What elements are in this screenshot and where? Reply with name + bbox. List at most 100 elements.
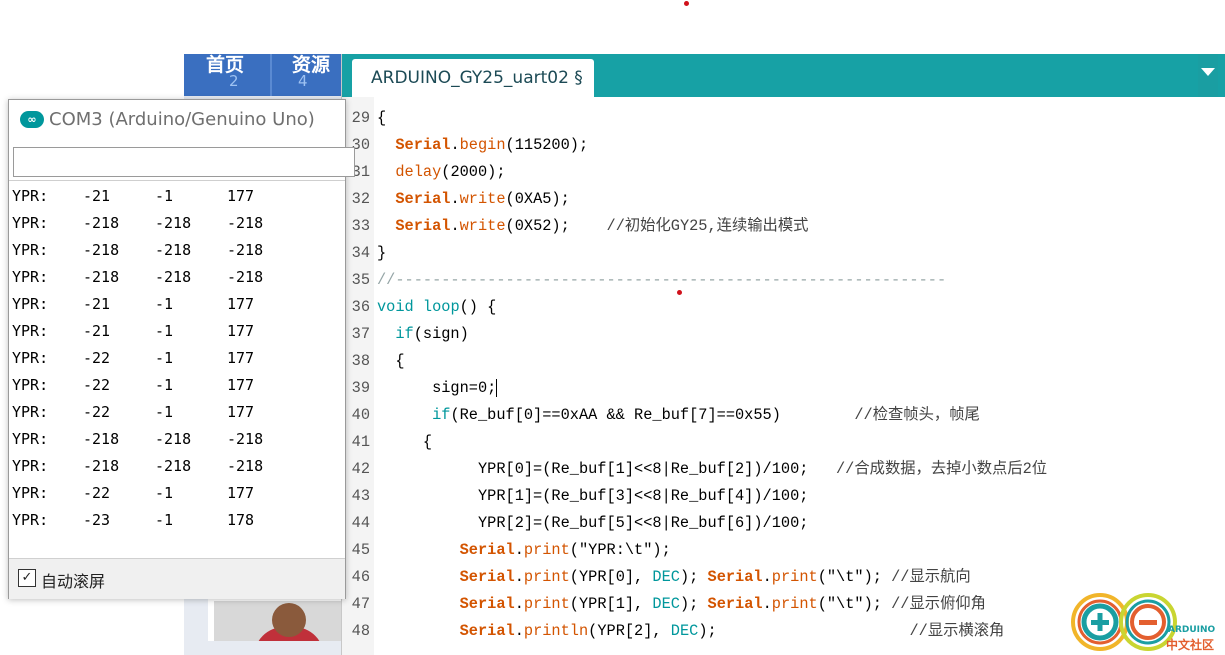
serial-output-line: YPR: -218 -218 -218 bbox=[9, 235, 345, 262]
code-token: void bbox=[377, 298, 414, 316]
serial-monitor-titlebar[interactable]: ∞ COM3 (Arduino/Genuino Uno) bbox=[9, 100, 345, 140]
code-line: 39 sign=0; bbox=[342, 375, 1225, 402]
code-token: . bbox=[762, 595, 772, 613]
tab-sketch[interactable]: ARDUINO_GY25_uart02 § bbox=[352, 59, 594, 97]
serial-value: -21 bbox=[83, 187, 111, 205]
serial-output-line: YPR: -22 -1 177 bbox=[9, 397, 345, 424]
code-token: if bbox=[432, 406, 451, 424]
code-token: begin bbox=[459, 136, 506, 154]
text-cursor bbox=[496, 378, 498, 397]
serial-value: 177 bbox=[227, 322, 255, 340]
code-token: (YPR[1], bbox=[569, 595, 653, 613]
code-text: YPR[2]=(Re_buf[5]<<8|Re_buf[6])/100; bbox=[377, 510, 808, 537]
code-line: 38 { bbox=[342, 348, 1225, 375]
code-text: delay(2000); bbox=[377, 159, 505, 186]
watermark-line1: ARDUINO bbox=[1168, 625, 1216, 635]
code-token: (YPR[0], bbox=[569, 568, 653, 586]
serial-output-line: YPR: -23 -1 178 bbox=[9, 505, 345, 532]
serial-line-prefix: YPR: bbox=[12, 430, 49, 448]
code-token: print bbox=[523, 568, 570, 586]
code-token: ); bbox=[698, 622, 910, 640]
serial-value: -218 bbox=[155, 430, 192, 448]
code-token: write bbox=[459, 190, 506, 208]
code-token: (0X52); bbox=[505, 217, 607, 235]
line-number: 33 bbox=[351, 217, 370, 235]
serial-value: -218 bbox=[83, 241, 120, 259]
line-number: 39 bbox=[351, 379, 370, 397]
code-token: (Re_buf[0]==0xAA && Re_buf[7]==0x55) bbox=[450, 406, 855, 424]
tab-sketch-label: ARDUINO_GY25_uart02 § bbox=[371, 68, 583, 88]
code-token: loop bbox=[422, 298, 460, 316]
serial-value: -22 bbox=[83, 376, 111, 394]
code-text: Serial.print("YPR:\t"); bbox=[377, 537, 671, 564]
code-line: 45 Serial.print("YPR:\t"); bbox=[342, 537, 1225, 564]
serial-value: -22 bbox=[83, 403, 111, 421]
code-line: 42 YPR[0]=(Re_buf[1]<<8|Re_buf[2])/100; … bbox=[342, 456, 1225, 483]
serial-line-prefix: YPR: bbox=[12, 214, 49, 232]
serial-value: -22 bbox=[83, 484, 111, 502]
serial-value: 177 bbox=[227, 376, 255, 394]
code-token: ("YPR:\t"); bbox=[569, 541, 671, 559]
serial-value: -1 bbox=[155, 349, 174, 367]
serial-value: -218 bbox=[83, 430, 120, 448]
serial-send-input[interactable] bbox=[13, 147, 355, 177]
code-token: Serial bbox=[395, 190, 451, 208]
line-number: 44 bbox=[351, 514, 370, 532]
code-token: ); bbox=[679, 595, 708, 613]
line-number: 42 bbox=[351, 460, 370, 478]
code-token: //合成数据，去掉小数点后2位 bbox=[835, 460, 1048, 478]
serial-value: -1 bbox=[155, 484, 174, 502]
serial-output-line: YPR: -21 -1 177 bbox=[9, 316, 345, 343]
code-token: //--------------------------------------… bbox=[377, 271, 947, 289]
code-token: . bbox=[450, 217, 460, 235]
serial-output-area[interactable]: YPR: -21 -1 177 YPR: -218 -218 -218 YPR: -218 -218… bbox=[9, 180, 345, 559]
code-line: 36 void loop() { bbox=[342, 294, 1225, 321]
line-number: 38 bbox=[351, 352, 370, 370]
line-number: 37 bbox=[351, 325, 370, 343]
code-text: Serial.begin(115200); bbox=[377, 132, 588, 159]
code-text: Serial.print(YPR[0], DEC); Serial.print(… bbox=[377, 564, 971, 591]
code-line: 31 delay(2000); bbox=[342, 159, 1225, 186]
code-line: 34} bbox=[342, 240, 1225, 267]
code-token: { bbox=[377, 109, 387, 127]
code-token: //显示横滚角 bbox=[909, 622, 1005, 640]
serial-monitor-window: ∞ COM3 (Arduino/Genuino Uno) YPR: -21 -1 17… bbox=[8, 99, 355, 599]
line-number: 48 bbox=[351, 622, 370, 640]
autoscroll-checkbox[interactable]: ✓ bbox=[18, 569, 36, 587]
code-text: sign=0; bbox=[377, 375, 498, 402]
serial-line-prefix: YPR: bbox=[12, 268, 49, 286]
line-number: 35 bbox=[351, 271, 370, 289]
nav-item-resources-count: 4 bbox=[298, 72, 308, 90]
serial-line-prefix: YPR: bbox=[12, 484, 49, 502]
code-editor[interactable]: 29 {30 Serial.begin(115200); 31 delay(2000… bbox=[342, 105, 1225, 645]
code-token: DEC bbox=[652, 595, 680, 613]
serial-value: -218 bbox=[155, 268, 192, 286]
serial-value: -1 bbox=[155, 511, 174, 529]
code-token: Serial bbox=[707, 568, 763, 586]
code-line: 32 Serial.write(0XA5); bbox=[342, 186, 1225, 213]
code-text: if(Re_buf[0]==0xAA && Re_buf[7]==0x55) /… bbox=[377, 402, 980, 429]
code-token: println bbox=[523, 622, 589, 640]
code-token: Serial bbox=[395, 217, 451, 235]
code-token: //显示航向 bbox=[891, 568, 971, 586]
chevron-down-icon bbox=[1201, 68, 1215, 76]
line-number: 43 bbox=[351, 487, 370, 505]
code-token: Serial bbox=[459, 622, 515, 640]
serial-value: 177 bbox=[227, 484, 255, 502]
tab-menu-button[interactable] bbox=[1198, 54, 1218, 97]
line-number: 40 bbox=[351, 406, 370, 424]
serial-output-line: YPR: -218 -218 -218 bbox=[9, 451, 345, 478]
line-number: 36 bbox=[351, 298, 370, 316]
serial-value: -1 bbox=[155, 376, 174, 394]
serial-output-line: YPR: -21 -1 177 bbox=[9, 289, 345, 316]
serial-value: -1 bbox=[155, 403, 174, 421]
serial-value: -1 bbox=[155, 187, 174, 205]
line-number: 45 bbox=[351, 541, 370, 559]
line-number: 32 bbox=[351, 190, 370, 208]
